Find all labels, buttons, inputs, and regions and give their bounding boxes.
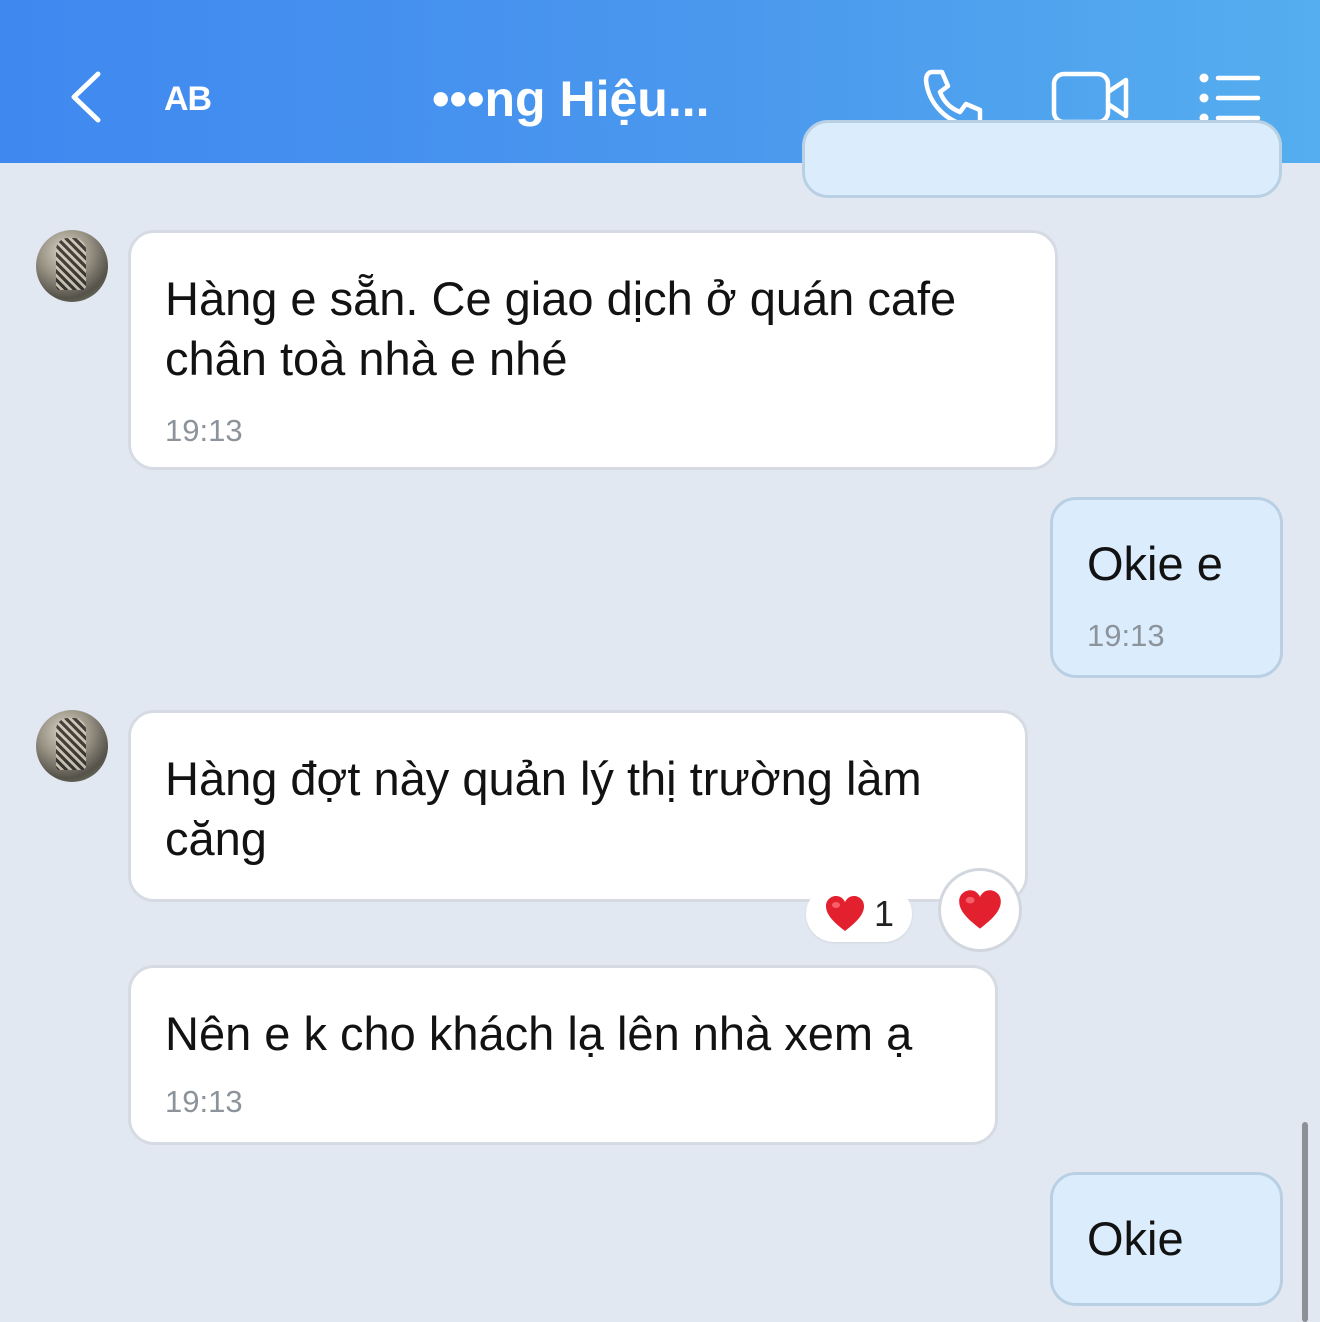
incoming-message-bubble[interactable]: Nên e k cho khách lạ lên nhà xem ạ 19:13 [128, 965, 998, 1145]
heart-icon [825, 896, 864, 931]
chevron-left-icon [71, 71, 101, 123]
reaction-summary[interactable]: 1 [806, 886, 912, 942]
incoming-message-bubble[interactable]: Hàng đợt này quản lý thị trường làm căng [128, 710, 1028, 902]
react-heart-button[interactable] [938, 868, 1022, 952]
reaction-count: 1 [873, 893, 895, 934]
outgoing-message-bubble[interactable]: Okie [1050, 1172, 1283, 1306]
contact-label-tag: AB [164, 80, 212, 118]
outgoing-message-bubble[interactable]: Okie e 19:13 [1050, 497, 1283, 678]
message-text: Nên e k cho khách lạ lên nhà xem ạ [165, 1007, 913, 1060]
message-time: 19:13 [165, 1084, 243, 1119]
heart-icon [959, 890, 1001, 929]
back-button[interactable] [62, 66, 114, 128]
message-text: Hàng e sẵn. Ce giao dịch ở quán cafe châ… [165, 272, 957, 385]
list-menu-icon[interactable] [1196, 72, 1262, 124]
contact-avatar[interactable] [36, 710, 108, 782]
message-text: Okie e [1087, 537, 1223, 590]
message-time: 19:13 [1087, 618, 1165, 653]
incoming-message-bubble[interactable]: Hàng e sẵn. Ce giao dịch ở quán cafe châ… [128, 230, 1058, 470]
phone-icon[interactable] [918, 66, 986, 129]
message-text: Hàng đợt này quản lý thị trường làm căng [165, 752, 922, 865]
contact-avatar[interactable] [36, 230, 108, 302]
message-time: 19:13 [165, 413, 243, 448]
message-text: Okie [1087, 1212, 1184, 1265]
scrollbar[interactable] [1302, 1122, 1308, 1322]
chat-title[interactable]: •••ng Hiệu... [432, 70, 710, 128]
previous-outgoing-bubble[interactable] [802, 120, 1282, 198]
video-call-icon[interactable] [1050, 70, 1132, 126]
